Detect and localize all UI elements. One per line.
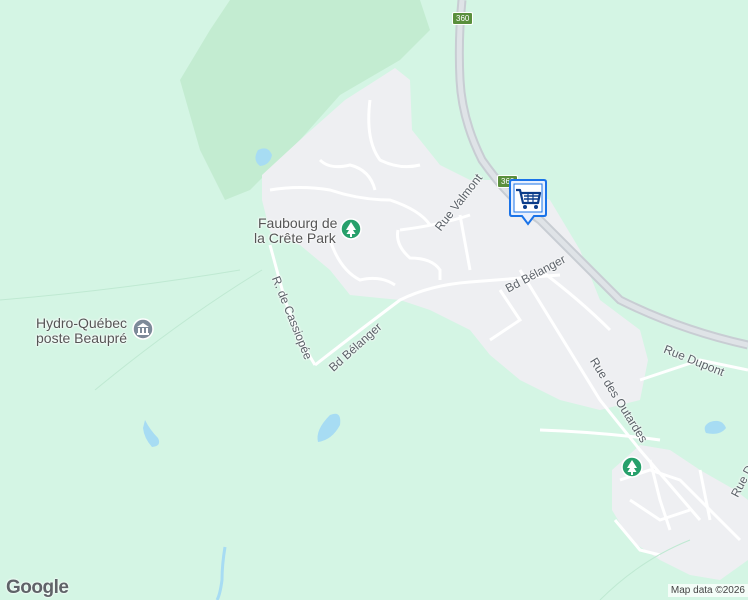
map-attribution[interactable]: Map data ©2026	[667, 584, 748, 597]
map-base-layer	[0, 0, 748, 600]
stream	[215, 546, 227, 600]
google-logo[interactable]: Google	[6, 577, 69, 599]
pond-east	[704, 420, 726, 434]
map-canvas[interactable]: 360 360 Rue Valmont Bd Bélanger Bd Bélan…	[0, 0, 748, 600]
route-shield-top: 360	[452, 12, 474, 25]
pond-central	[317, 413, 341, 442]
government-building-icon[interactable]	[132, 318, 154, 340]
park-label-line1[interactable]: Faubourg de	[258, 215, 337, 231]
hydro-label-line2[interactable]: poste Beaupré	[36, 330, 127, 346]
pond-west	[143, 420, 160, 447]
tree-icon-south[interactable]	[621, 456, 643, 478]
tree-icon[interactable]	[340, 218, 362, 240]
hydro-label-line1[interactable]: Hydro-Québec	[36, 315, 127, 331]
park-label-line2[interactable]: la Crête Park	[254, 230, 336, 246]
shopping-cart-icon[interactable]	[508, 178, 548, 228]
